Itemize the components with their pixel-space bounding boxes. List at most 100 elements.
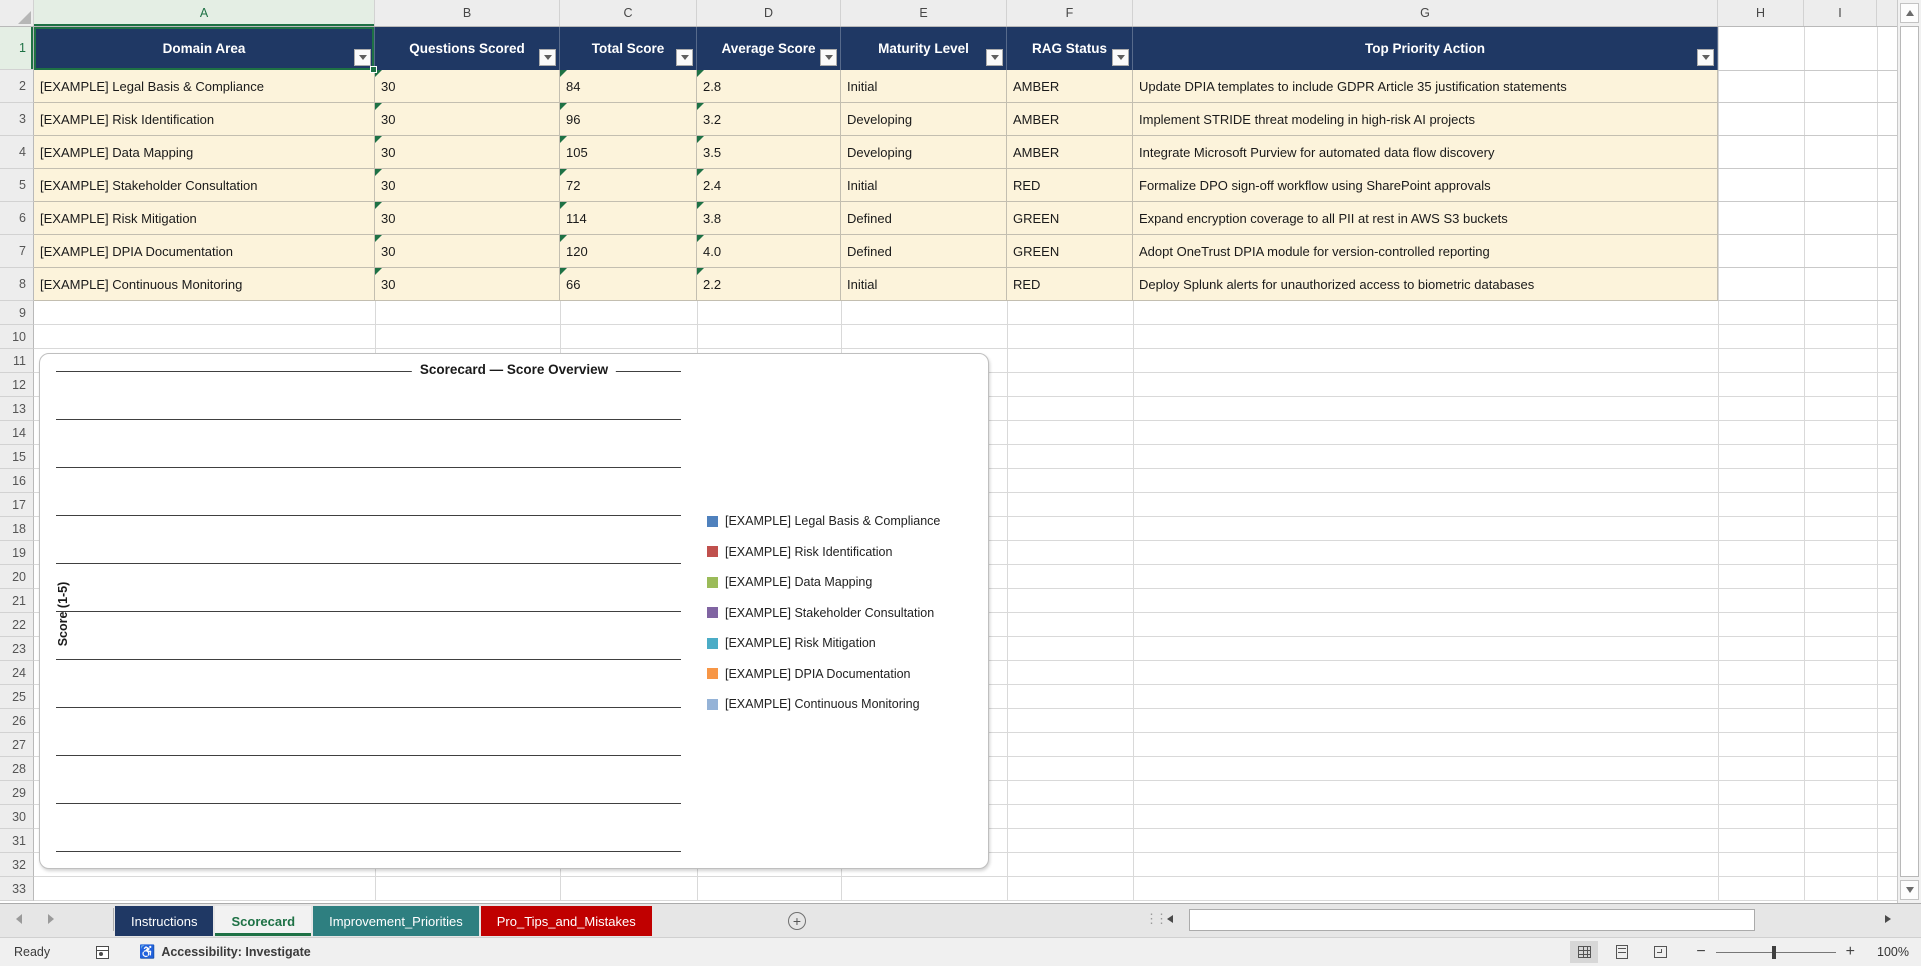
scroll-up-button[interactable] [1900, 3, 1919, 23]
cell-D8[interactable]: 2.2 [697, 268, 841, 301]
cell-A8[interactable]: [EXAMPLE] Continuous Monitoring [34, 268, 375, 301]
row-header-11[interactable]: 11 [0, 349, 34, 373]
cell-F7[interactable]: GREEN [1007, 235, 1133, 268]
cell-E2[interactable]: Initial [841, 70, 1007, 103]
cell-G5[interactable]: Formalize DPO sign-off workflow using Sh… [1133, 169, 1718, 202]
column-header-G[interactable]: G [1133, 0, 1718, 26]
cell-A3[interactable]: [EXAMPLE] Risk Identification [34, 103, 375, 136]
cell-B7[interactable]: 30 [375, 235, 560, 268]
next-sheet-icon[interactable] [48, 914, 54, 924]
header-cell-G1[interactable]: Top Priority Action [1133, 27, 1718, 70]
filter-dropdown-button[interactable] [676, 49, 693, 66]
cell-G2[interactable]: Update DPIA templates to include GDPR Ar… [1133, 70, 1718, 103]
row-header-21[interactable]: 21 [0, 589, 34, 613]
filter-dropdown-button[interactable] [539, 49, 556, 66]
chart-legend[interactable]: [EXAMPLE] Legal Basis & Compliance [EXAMP… [707, 511, 940, 714]
cell-B6[interactable]: 30 [375, 202, 560, 235]
cell-G4[interactable]: Integrate Microsoft Purview for automate… [1133, 136, 1718, 169]
cell-D3[interactable]: 3.2 [697, 103, 841, 136]
legend-item[interactable]: [EXAMPLE] Risk Identification [707, 542, 940, 562]
scrollbar-grip-icon[interactable]: ⋮⋮ [1145, 911, 1165, 927]
legend-item[interactable]: [EXAMPLE] Risk Mitigation [707, 633, 940, 653]
macro-record-icon[interactable] [96, 946, 109, 959]
legend-item[interactable]: [EXAMPLE] Legal Basis & Compliance [707, 511, 940, 531]
legend-item[interactable]: [EXAMPLE] Stakeholder Consultation [707, 603, 940, 623]
cell-C5[interactable]: 72 [560, 169, 697, 202]
cell-C6[interactable]: 114 [560, 202, 697, 235]
cell-B8[interactable]: 30 [375, 268, 560, 301]
horizontal-scrollbar[interactable]: ⋮⋮ [1145, 908, 1895, 934]
filter-dropdown-button[interactable] [820, 49, 837, 66]
vertical-scrollbar[interactable] [1897, 0, 1921, 903]
row-header-2[interactable]: 2 [0, 70, 34, 103]
cell-D6[interactable]: 3.8 [697, 202, 841, 235]
cell-E7[interactable]: Defined [841, 235, 1007, 268]
row-header-31[interactable]: 31 [0, 829, 34, 853]
column-header-C[interactable]: C [560, 0, 697, 26]
cell-G3[interactable]: Implement STRIDE threat modeling in high… [1133, 103, 1718, 136]
row-header-29[interactable]: 29 [0, 781, 34, 805]
embedded-chart[interactable]: Scorecard — Score Overview Score (1-5) [… [39, 353, 989, 869]
cell-G8[interactable]: Deploy Splunk alerts for unauthorized ac… [1133, 268, 1718, 301]
cell-F3[interactable]: AMBER [1007, 103, 1133, 136]
row-header-3[interactable]: 3 [0, 103, 34, 136]
cell-A7[interactable]: [EXAMPLE] DPIA Documentation [34, 235, 375, 268]
row-header-12[interactable]: 12 [0, 373, 34, 397]
cell-E4[interactable]: Developing [841, 136, 1007, 169]
row-header-24[interactable]: 24 [0, 661, 34, 685]
row-header-22[interactable]: 22 [0, 613, 34, 637]
row-header-33[interactable]: 33 [0, 877, 34, 901]
new-sheet-button[interactable]: + [788, 906, 806, 936]
filter-dropdown-button[interactable] [1112, 49, 1129, 66]
cell-E3[interactable]: Developing [841, 103, 1007, 136]
row-header-6[interactable]: 6 [0, 202, 34, 235]
cell-G7[interactable]: Adopt OneTrust DPIA module for version-c… [1133, 235, 1718, 268]
row-header-16[interactable]: 16 [0, 469, 34, 493]
cell-E5[interactable]: Initial [841, 169, 1007, 202]
scroll-down-button[interactable] [1900, 880, 1919, 900]
cell-A5[interactable]: [EXAMPLE] Stakeholder Consultation [34, 169, 375, 202]
zoom-out-button[interactable]: − [1696, 943, 1705, 961]
row-header-28[interactable]: 28 [0, 757, 34, 781]
row-header-23[interactable]: 23 [0, 637, 34, 661]
cell-F4[interactable]: AMBER [1007, 136, 1133, 169]
legend-item[interactable]: [EXAMPLE] Continuous Monitoring [707, 694, 940, 714]
header-cell-B1[interactable]: Questions Scored [375, 27, 560, 70]
normal-view-button[interactable] [1570, 941, 1598, 963]
row-header-20[interactable]: 20 [0, 565, 34, 589]
legend-item[interactable]: [EXAMPLE] DPIA Documentation [707, 664, 940, 684]
row-header-7[interactable]: 7 [0, 235, 34, 268]
cell-C7[interactable]: 120 [560, 235, 697, 268]
header-cell-D1[interactable]: Average Score [697, 27, 841, 70]
cell-C3[interactable]: 96 [560, 103, 697, 136]
header-cell-A1[interactable]: Domain Area [34, 27, 375, 70]
row-header-18[interactable]: 18 [0, 517, 34, 541]
column-header-E[interactable]: E [841, 0, 1007, 26]
row-header-30[interactable]: 30 [0, 805, 34, 829]
column-header-I[interactable]: I [1804, 0, 1877, 26]
cell-A4[interactable]: [EXAMPLE] Data Mapping [34, 136, 375, 169]
header-cell-E1[interactable]: Maturity Level [841, 27, 1007, 70]
header-cell-C1[interactable]: Total Score [560, 27, 697, 70]
accessibility-status[interactable]: ♿ Accessibility: Investigate [139, 944, 311, 960]
cell-D7[interactable]: 4.0 [697, 235, 841, 268]
row-header-15[interactable]: 15 [0, 445, 34, 469]
chart-y-axis-label[interactable]: Score (1-5) [56, 582, 70, 647]
cell-F6[interactable]: GREEN [1007, 202, 1133, 235]
row-header-5[interactable]: 5 [0, 169, 34, 202]
page-break-view-button[interactable] [1646, 941, 1674, 963]
column-header-F[interactable]: F [1007, 0, 1133, 26]
page-layout-view-button[interactable] [1608, 941, 1636, 963]
cell-F8[interactable]: RED [1007, 268, 1133, 301]
cell-G6[interactable]: Expand encryption coverage to all PII at… [1133, 202, 1718, 235]
chart-title[interactable]: Scorecard — Score Overview [412, 362, 616, 377]
filter-dropdown-button[interactable] [1697, 49, 1714, 66]
sheet-tab-pro-tips-and-mistakes[interactable]: Pro_Tips_and_Mistakes [481, 906, 652, 936]
column-header-A[interactable]: A [34, 0, 375, 26]
row-header-19[interactable]: 19 [0, 541, 34, 565]
cell-B5[interactable]: 30 [375, 169, 560, 202]
cell-E6[interactable]: Defined [841, 202, 1007, 235]
prev-sheet-icon[interactable] [16, 914, 22, 924]
zoom-slider-thumb[interactable] [1772, 946, 1776, 959]
column-header-B[interactable]: B [375, 0, 560, 26]
